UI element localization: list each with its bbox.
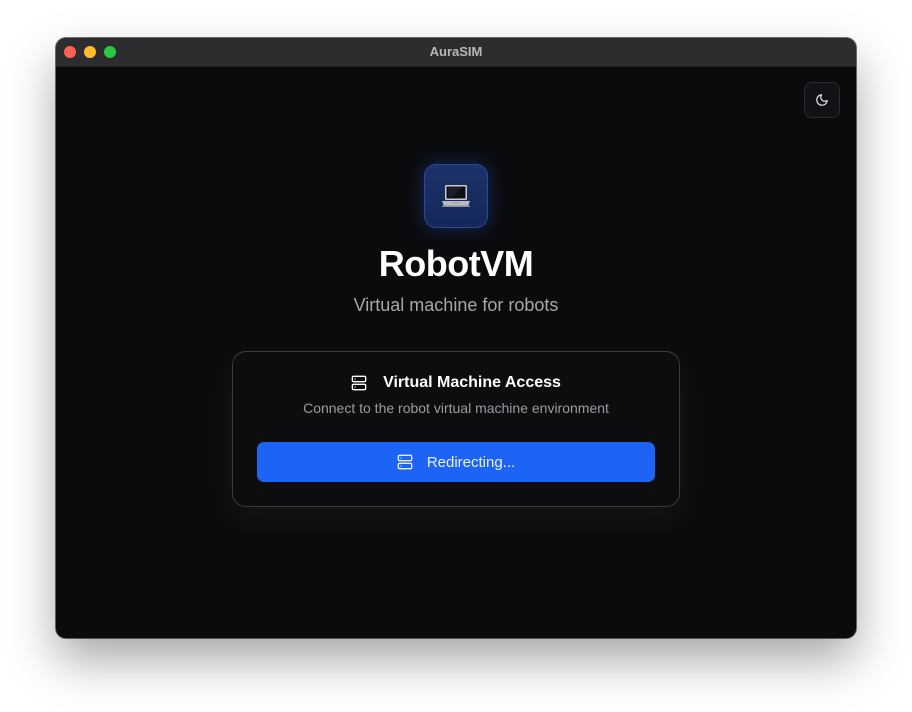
theme-toggle-button[interactable] xyxy=(804,82,840,118)
card-title: Virtual Machine Access xyxy=(383,374,561,391)
main-content: RobotVM Virtual machine for robots Virtu… xyxy=(56,67,856,638)
app-window: AuraSIM RobotVM Virtual machine for robo… xyxy=(56,38,856,638)
server-icon xyxy=(397,454,413,470)
moon-icon xyxy=(815,93,829,107)
redirect-button-label: Redirecting... xyxy=(426,453,516,471)
server-icon xyxy=(351,375,367,391)
app-tagline: Virtual machine for robots xyxy=(353,295,559,315)
redirect-button[interactable]: Redirecting... xyxy=(257,442,655,482)
card-description: Connect to the robot virtual machine env… xyxy=(303,400,609,416)
app-logo xyxy=(424,164,488,228)
title-bar: AuraSIM xyxy=(56,38,856,67)
laptop-icon xyxy=(440,182,472,210)
app-name: RobotVM xyxy=(378,243,534,284)
card-header: Virtual Machine Access xyxy=(233,374,679,392)
window-title: AuraSIM xyxy=(429,44,483,59)
vm-access-card: Virtual Machine Access Connect to the ro… xyxy=(232,351,680,507)
